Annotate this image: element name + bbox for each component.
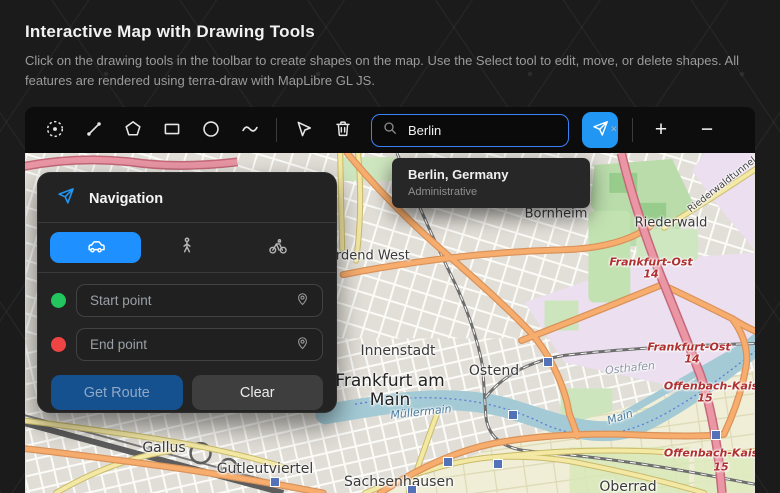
navigation-toggle-button[interactable]: × [582, 112, 618, 148]
page-description: Click on the drawing tools in the toolba… [25, 51, 755, 91]
navigation-panel-header: Navigation [38, 173, 336, 223]
station-marker [493, 459, 503, 469]
station-marker [711, 430, 721, 440]
point-icon [44, 118, 66, 143]
close-icon[interactable]: × [611, 125, 617, 136]
navigation-send-icon [591, 119, 610, 141]
page-header: Interactive Map with Drawing Tools Click… [25, 22, 755, 91]
pedestrian-icon [176, 235, 198, 260]
line-tool-button[interactable] [74, 107, 113, 153]
map-label: Frankfurt-Ost [609, 256, 692, 269]
page: { "page": { "title": "Interactive Map wi… [0, 0, 780, 493]
get-route-button[interactable]: Get Route [51, 375, 183, 410]
navigation-send-icon [56, 186, 76, 211]
toolbar-divider [632, 118, 633, 142]
bicycle-icon [266, 235, 290, 260]
delete-tool-button[interactable] [323, 107, 362, 153]
freehand-icon [239, 118, 261, 143]
start-point-row [51, 284, 323, 317]
map-label: Sachsenhausen [344, 474, 454, 490]
search-icon [382, 120, 398, 141]
navigation-panel: Navigation [37, 172, 337, 413]
map-label: Gallus [142, 440, 185, 456]
mode-tab-car[interactable] [50, 232, 141, 263]
toolbar-divider [276, 118, 277, 142]
end-point-row [51, 328, 323, 361]
map-label: Müllermain [390, 402, 452, 421]
map-card: × + − [25, 107, 755, 493]
map-label: Riederwaldtunnel [686, 155, 755, 215]
start-point-field[interactable] [76, 284, 323, 317]
map-label: Frankfurt am [335, 371, 444, 391]
station-marker [543, 357, 553, 367]
search-result-item[interactable]: Berlin, Germany Administrative [392, 158, 590, 208]
car-icon [83, 235, 109, 260]
start-point-dot [51, 293, 66, 308]
start-point-input[interactable] [88, 292, 286, 309]
map-label: Ostend [469, 363, 519, 379]
line-icon [83, 118, 105, 143]
circle-icon [200, 118, 222, 143]
select-tool-button[interactable] [284, 107, 323, 153]
route-inputs [38, 273, 336, 372]
map-label: 15 [697, 392, 712, 405]
map-label: Main [606, 407, 635, 427]
travel-mode-tabs [38, 223, 336, 273]
map-label: 14 [643, 268, 658, 281]
map-label: Offenbach-Kaiserlei [664, 380, 755, 393]
map-label: Gutleutviertel [217, 461, 314, 477]
page-title: Interactive Map with Drawing Tools [25, 22, 755, 42]
map-label: Bornheim [525, 207, 588, 222]
end-point-input[interactable] [88, 336, 286, 353]
search-result-subtitle: Administrative [408, 186, 574, 198]
clear-button[interactable]: Clear [192, 375, 324, 410]
map-label: Oberrad [599, 479, 656, 493]
map-canvas[interactable]: BornheimRiederwaldNordend WestInnenstadt… [25, 153, 755, 493]
trash-icon [332, 118, 354, 143]
polygon-icon [122, 118, 144, 143]
location-pin-icon [294, 290, 311, 312]
route-actions: Get Route Clear [38, 372, 336, 410]
point-tool-button[interactable] [35, 107, 74, 153]
search-result-title: Berlin, Germany [408, 167, 574, 182]
rectangle-tool-button[interactable] [152, 107, 191, 153]
map-label: Riederwald [635, 216, 708, 231]
end-point-dot [51, 337, 66, 352]
mode-tab-cycling[interactable] [233, 232, 324, 263]
map-label: Osthafen [604, 359, 655, 377]
map-label: Frankfurt-Ost [647, 341, 730, 354]
navigation-panel-title: Navigation [89, 191, 163, 207]
rectangle-icon [161, 118, 183, 143]
polygon-tool-button[interactable] [113, 107, 152, 153]
map-label: 15 [713, 461, 728, 474]
station-marker [443, 457, 453, 467]
search-input[interactable] [406, 122, 558, 139]
map-label: 14 [684, 353, 699, 366]
zoom-in-button[interactable]: + [648, 112, 674, 148]
map-search-box[interactable] [371, 114, 569, 147]
freehand-tool-button[interactable] [230, 107, 269, 153]
station-marker [407, 485, 417, 493]
station-marker [508, 410, 518, 420]
map-label: Offenbach-Kaiserlei [664, 447, 755, 460]
location-pin-icon [294, 334, 311, 356]
map-label: Innenstadt [360, 343, 435, 359]
map-label: Main [370, 390, 411, 410]
circle-tool-button[interactable] [191, 107, 230, 153]
end-point-field[interactable] [76, 328, 323, 361]
drawing-toolbar: × + − [25, 107, 755, 153]
zoom-out-button[interactable]: − [694, 112, 720, 148]
select-cursor-icon [293, 118, 315, 143]
mode-tab-walking[interactable] [141, 232, 232, 263]
station-marker [270, 477, 280, 487]
